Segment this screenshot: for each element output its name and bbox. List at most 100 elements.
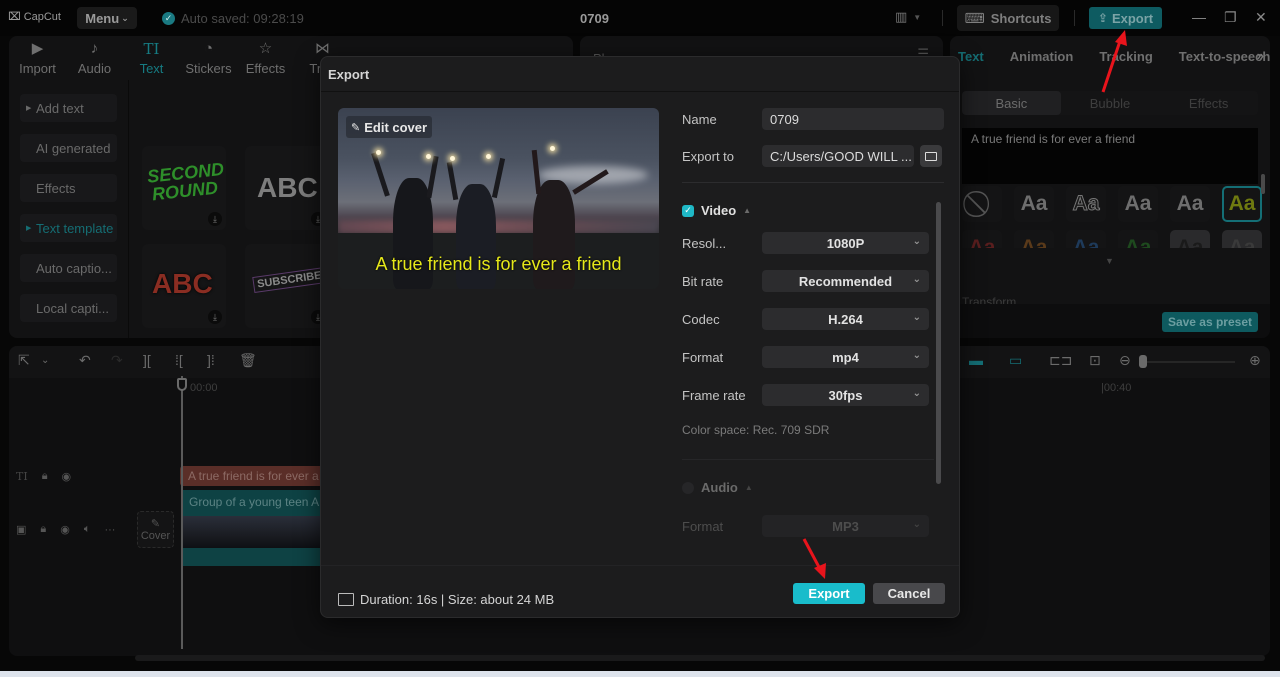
undo-icon[interactable]: ↶ [79,352,91,369]
select-tool-icon[interactable]: ⇱ [18,352,30,369]
close-icon[interactable]: ✕ [1255,9,1267,26]
resolution-select[interactable]: 1080P ⌄ [762,232,929,254]
style-preset[interactable]: Aa [1118,230,1158,248]
zoom-out-icon[interactable]: ⊖ [1119,352,1131,369]
video-track-controls: ▣ 🔒︎ ◉ 🔈︎ ··· [16,523,115,536]
restore-icon[interactable]: ❐ [1224,9,1237,26]
cancel-button[interactable]: Cancel [873,583,945,604]
minimize-icon[interactable]: — [1192,9,1206,25]
tab-label: Import [19,61,56,76]
redo-icon[interactable]: ↷ [111,352,123,369]
video-checkbox[interactable]: ✓ [682,204,694,217]
style-preset[interactable]: Aa [962,230,1002,248]
split-preview-icon[interactable]: ⊏⊐ [1049,352,1072,369]
timeline-scrollbar[interactable] [135,655,1265,661]
shortcuts-button[interactable]: ⌨ Shortcuts [957,5,1059,31]
lock-icon[interactable]: 🔒︎ [40,523,46,536]
volume-icon[interactable]: 🔈︎ [84,523,91,536]
playhead-handle[interactable] [177,378,187,391]
tab-text-props[interactable]: Text [958,49,984,64]
export-path-input[interactable]: C:/Users/GOOD WILL ... [762,145,914,167]
style-preset-selected[interactable]: Aa [1222,186,1262,222]
style-preset[interactable]: Aa [1170,230,1210,248]
edit-cover-button[interactable]: ✎ Edit cover [346,116,433,138]
template-abc-red[interactable]: ABC ⤓ [142,244,226,328]
cover-button[interactable]: ✎ Cover [137,511,174,548]
eye-icon[interactable]: ◉ [62,470,72,483]
bitrate-select[interactable]: Recommended ⌄ [762,270,929,292]
collapse-icon[interactable]: ▲ [745,483,753,492]
tab-text[interactable]: TI Text [123,36,180,80]
audio-checkbox[interactable] [682,481,694,494]
chevron-down-icon[interactable]: ⌄ [41,355,49,366]
magnet-snap-icon[interactable]: ▬ [969,352,983,368]
name-input[interactable]: 0709 [762,108,944,130]
zoom-slider[interactable] [1139,355,1235,368]
lock-icon[interactable]: 🔒︎ [42,470,48,483]
title-bar: ⌧ CapCut Menu ⌄ ✓ Auto saved: 09:28:19 0… [0,0,1280,36]
split-left-icon[interactable]: ⁞[ [175,352,183,368]
style-none[interactable]: ⃠ [962,186,1002,222]
sidebar-item-local-captions[interactable]: Local capti... [20,294,117,322]
export-top-button[interactable]: ⇪ Export [1089,7,1162,29]
template-subscribe[interactable]: SUBSCRIBE ⤓ [245,244,329,328]
tab-audio[interactable]: ♪ Audio [66,36,123,80]
text-clip[interactable]: A true friend is for ever a friend [180,466,325,486]
style-preset[interactable]: Aa [1066,230,1106,248]
chevron-down-icon: ⌄ [121,12,129,23]
audio-section-header[interactable]: Audio ▲ [682,480,753,495]
scrollbar[interactable] [1261,174,1265,194]
tab-effects[interactable]: ☆ Effects [237,36,294,80]
split-icon[interactable]: ][ [143,352,151,368]
export-button[interactable]: Export [793,583,865,604]
style-preset[interactable]: Aa [1118,186,1158,222]
sidebar-item-text-template[interactable]: ▶ Text template [20,214,117,242]
format-select[interactable]: mp4 ⌄ [762,346,929,368]
more-tabs-icon[interactable]: » [1257,48,1264,63]
template-abc-white[interactable]: ABC ⤓ [245,146,329,230]
sidebar-item-auto-captions[interactable]: Auto captio... [20,254,117,282]
collapse-icon[interactable]: ▲ [743,206,751,215]
playhead[interactable] [181,376,183,649]
style-preset[interactable]: Aa [1014,186,1054,222]
download-icon[interactable]: ⤓ [208,212,222,226]
tab-stickers[interactable]: ◔ Stickers [180,36,237,80]
audio-format-label: Format [682,518,724,534]
zoom-slider-handle[interactable] [1139,355,1147,368]
menu-button[interactable]: Menu ⌄ [77,7,137,29]
video-clip[interactable]: Group of a young teen A [183,490,325,566]
style-preset[interactable]: Aa [1222,230,1262,248]
expand-styles-icon[interactable]: ▼ [1105,256,1114,266]
tab-label: Stickers [185,61,232,76]
eye-icon[interactable]: ◉ [60,523,70,536]
video-section-header[interactable]: ✓ Video ▲ [682,203,751,218]
zoom-in-icon[interactable]: ⊕ [1249,352,1261,369]
tab-animation[interactable]: Animation [1010,49,1074,64]
style-preset[interactable]: Aa [1014,230,1054,248]
text-content-input[interactable]: A true friend is for ever a friend [962,128,1258,184]
codec-select[interactable]: H.264 ⌄ [762,308,929,330]
more-icon[interactable]: ··· [104,524,115,536]
download-icon[interactable]: ⤓ [208,310,222,324]
audio-format-select[interactable]: MP3 ⌄ [762,515,929,537]
browse-folder-button[interactable] [920,145,942,167]
sidebar-item-effects[interactable]: Effects [20,174,117,202]
framerate-select[interactable]: 30fps ⌄ [762,384,929,406]
dialog-scrollbar[interactable] [936,202,941,484]
zoom-fit-icon[interactable]: ⊡ [1089,352,1101,369]
style-preset[interactable]: Aa [1170,186,1210,222]
layout-button[interactable]: ▥ ▼ [895,9,921,25]
template-second-round[interactable]: SECOND ROUND ⤓ [142,146,226,230]
style-preset[interactable]: Aa [1066,186,1106,222]
tab-import[interactable]: ▶ Import [9,36,66,80]
subtab-basic[interactable]: Basic [962,91,1061,115]
film-icon [338,593,354,606]
text-track-controls: TI 🔒︎ ◉ [16,470,71,483]
sidebar-item-add-text[interactable]: ▶ Add text [20,94,117,122]
sidebar-item-ai-generated[interactable]: AI generated [20,134,117,162]
delete-icon[interactable]: 🗑 [239,352,257,369]
split-right-icon[interactable]: ]⁞ [207,352,215,368]
save-as-preset-button[interactable]: Save as preset [1161,312,1258,332]
subtab-effects[interactable]: Effects [1159,91,1258,115]
link-clips-icon[interactable]: ▭ [1009,352,1022,369]
